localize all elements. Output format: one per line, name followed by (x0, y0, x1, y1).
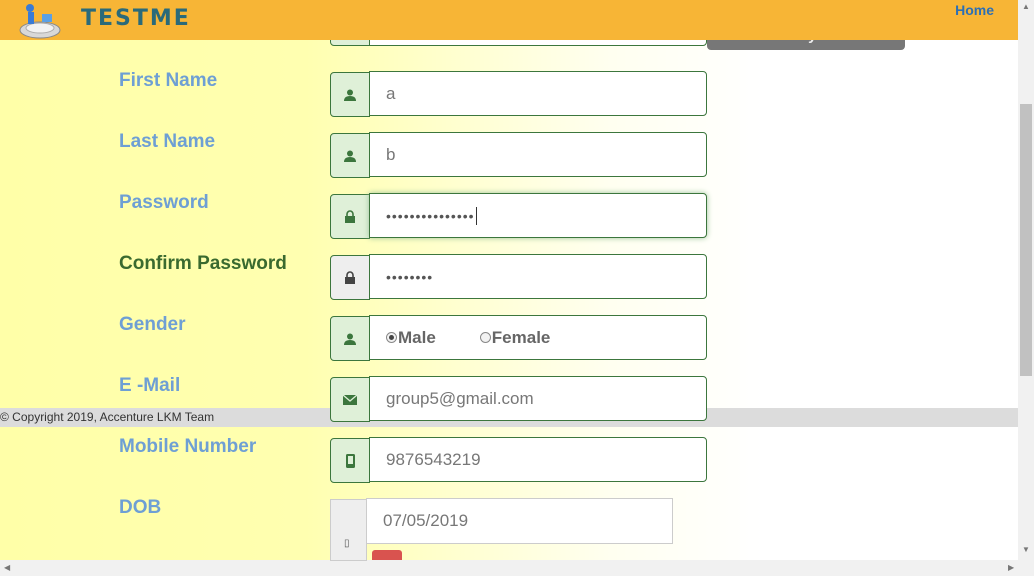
first-name-label: First Name (119, 70, 218, 91)
gender-option-female[interactable]: Female (479, 327, 551, 348)
home-link[interactable]: Home (955, 2, 994, 18)
mobile-label: Mobile Number (119, 436, 257, 457)
scroll-down-icon[interactable]: ▼ (1022, 545, 1030, 554)
brand-title: TESTME (81, 6, 191, 31)
gender-addon (330, 316, 370, 361)
lock-icon (345, 210, 355, 223)
last-name-label: Last Name (119, 131, 216, 152)
last-name-input[interactable]: b (369, 132, 707, 177)
scroll-left-icon[interactable]: ◀ (4, 563, 10, 572)
female-radio[interactable] (479, 332, 491, 343)
male-radio[interactable] (386, 332, 397, 343)
password-input[interactable]: ••••••••••••••• (369, 193, 707, 238)
scrollbar-thumb[interactable] (1020, 104, 1032, 376)
first-name-addon (330, 72, 370, 117)
user-icon (344, 333, 356, 345)
female-label: Female (491, 327, 551, 347)
first-name-input[interactable]: a (369, 71, 707, 116)
dob-addon: ▯ (330, 499, 367, 561)
dob-input[interactable]: 07/05/2019 (366, 498, 673, 544)
scroll-up-icon[interactable]: ▲ (1022, 2, 1030, 11)
logo-icon (19, 4, 61, 39)
scroll-right-icon[interactable]: ▶ (1008, 563, 1014, 572)
password-addon (330, 194, 370, 239)
password-value: ••••••••••••••• (386, 207, 475, 224)
email-label: E -Mail (119, 375, 181, 396)
registration-form: First Name a Last Name b Password ••••••… (0, 0, 1018, 561)
confirm-password-label: Confirm Password (119, 253, 287, 274)
dob-label: DOB (119, 497, 162, 518)
mobile-addon (330, 438, 370, 483)
confirm-password-input[interactable]: •••••••• (369, 254, 707, 299)
confirm-password-addon (330, 255, 370, 300)
user-icon (344, 89, 356, 101)
vertical-scrollbar[interactable]: ▲ ▼ (1018, 0, 1034, 560)
gender-field: Male Female (369, 315, 707, 360)
top-navbar: TESTME Home (0, 0, 1018, 40)
mobile-icon (345, 453, 355, 468)
male-label: Male (398, 327, 436, 347)
envelope-icon (343, 394, 357, 405)
user-icon (344, 150, 356, 162)
text-caret (475, 206, 477, 225)
email-addon (330, 377, 370, 422)
gender-option-male[interactable]: Male (386, 328, 436, 348)
password-label: Password (119, 192, 209, 213)
last-name-addon (330, 133, 370, 178)
calendar-glyph-icon: ▯ (344, 538, 350, 549)
gender-label: Gender (119, 314, 186, 335)
mobile-input[interactable]: 9876543219 (369, 437, 707, 482)
lock-icon (345, 271, 355, 284)
email-input[interactable]: group5@gmail.com (369, 376, 707, 421)
horizontal-scrollbar[interactable]: ◀ ▶ (0, 560, 1034, 576)
calendar-icon[interactable] (372, 550, 402, 560)
